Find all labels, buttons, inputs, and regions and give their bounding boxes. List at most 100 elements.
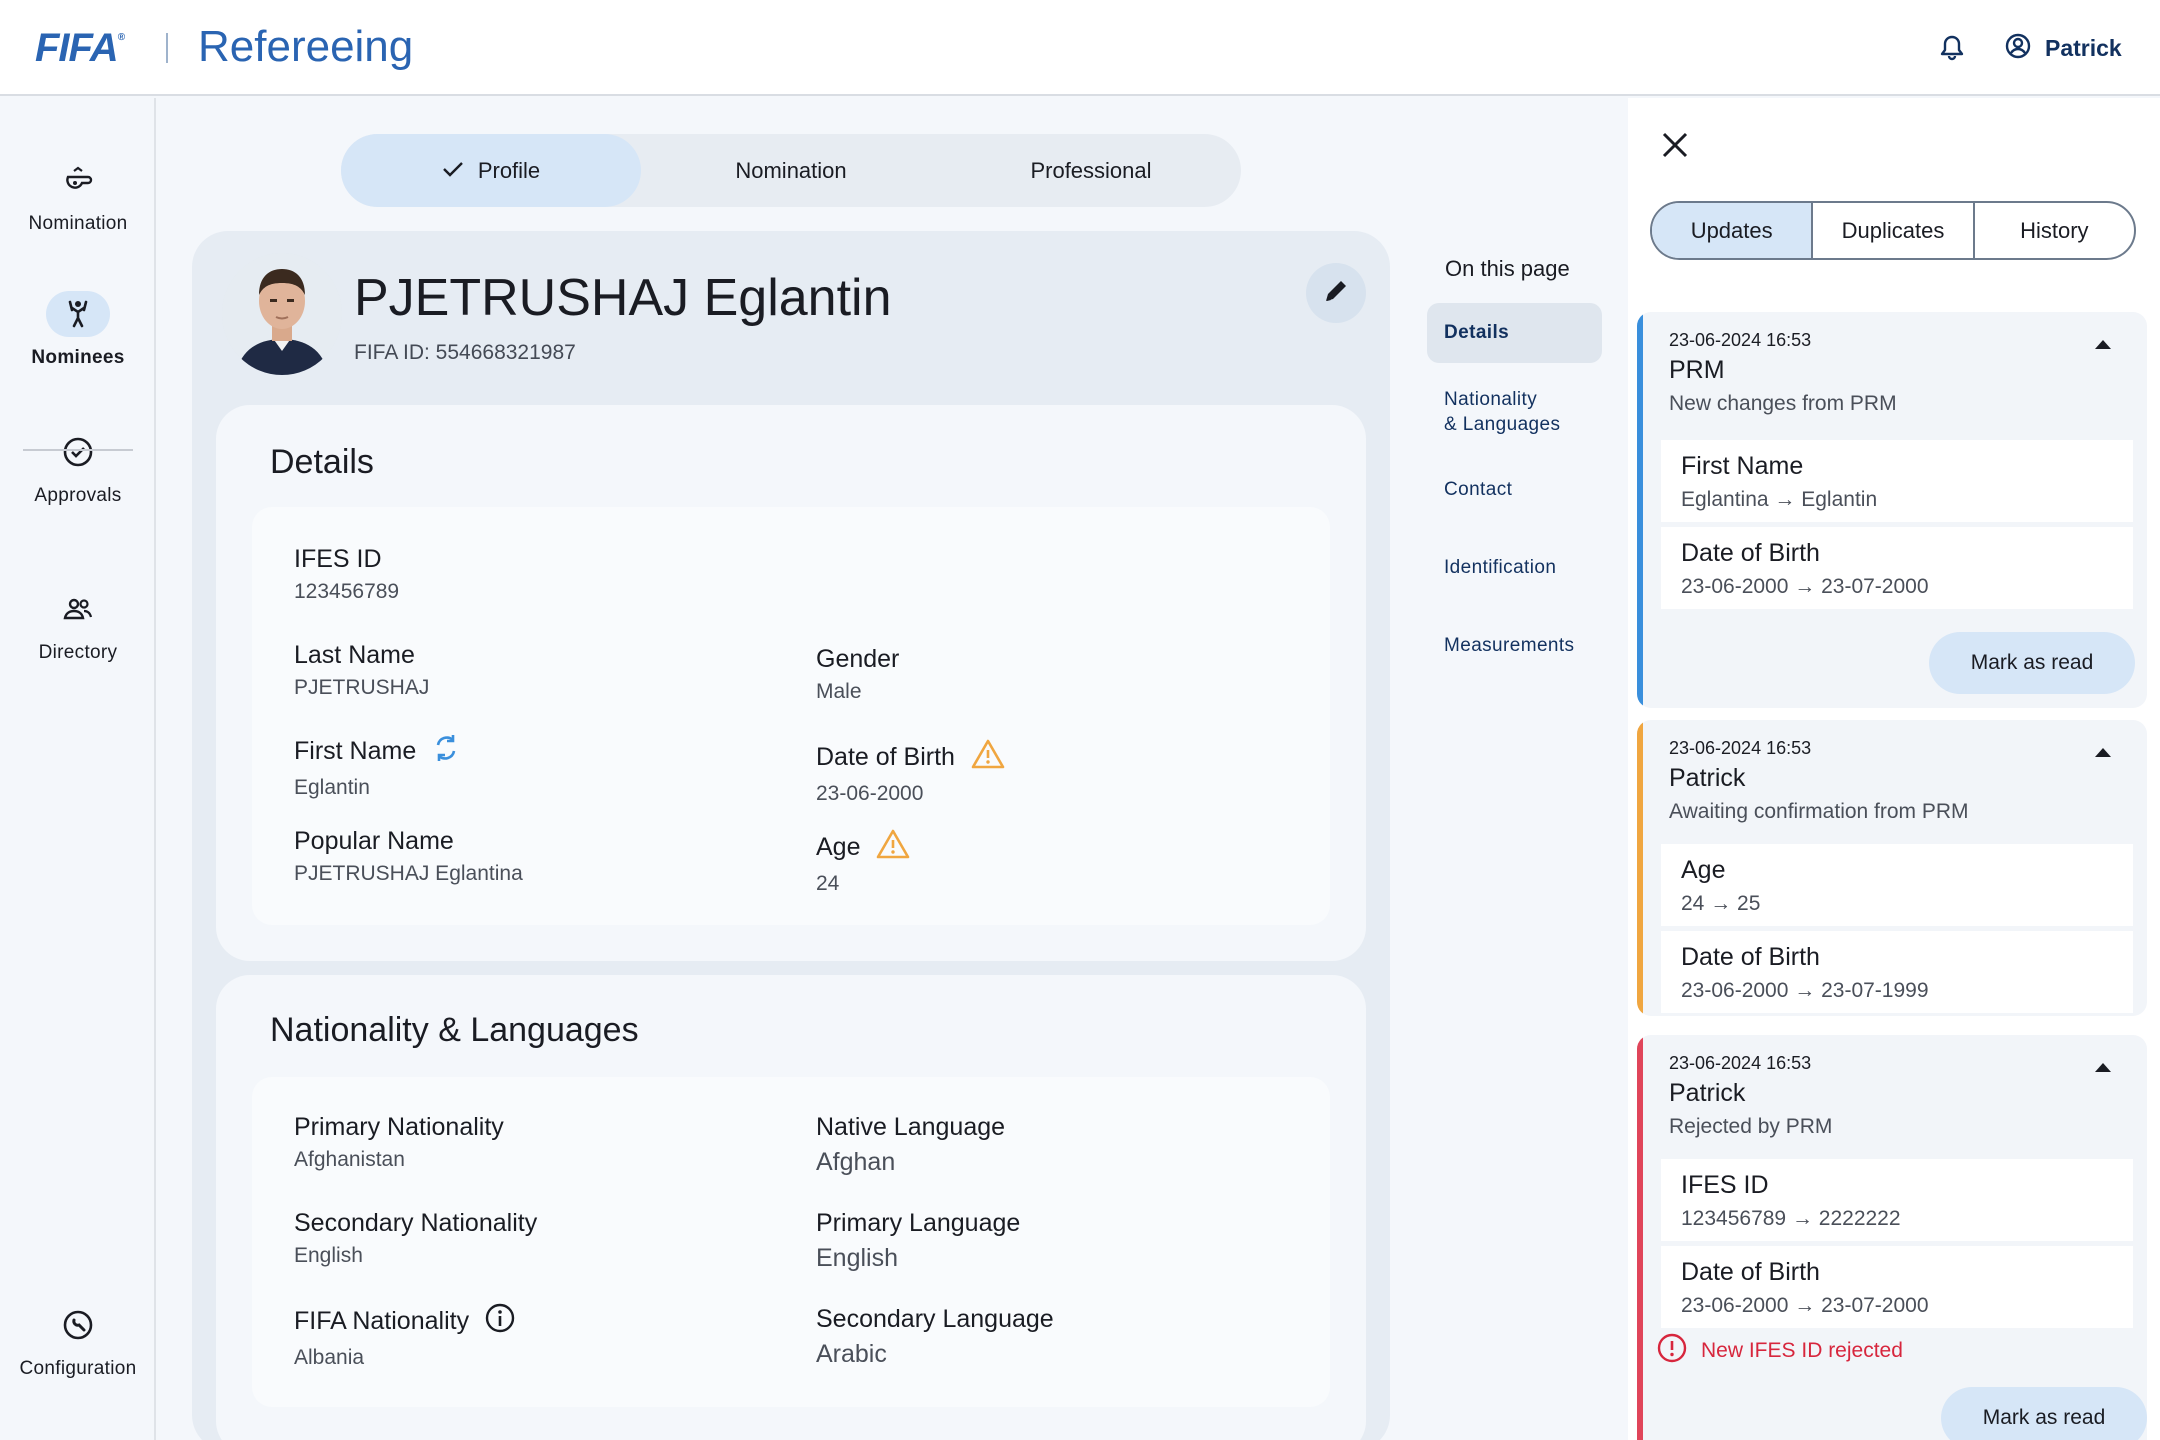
change-item: IFES ID 123456789 → 2222222: [1661, 1159, 2133, 1241]
warning-icon[interactable]: [971, 739, 1005, 776]
toc-item-details[interactable]: Details: [1427, 303, 1602, 363]
field-label: Primary Language: [816, 1209, 1021, 1237]
field-value: English: [294, 1244, 363, 1267]
rail-item-configuration[interactable]: Configuration: [0, 1302, 156, 1380]
field-gender: Gender Male: [816, 645, 899, 704]
update-note: Awaiting confirmation from PRM: [1669, 800, 1969, 823]
whistle-icon: [46, 157, 110, 203]
toc-item-identification[interactable]: Identification: [1427, 555, 1602, 580]
change-value: 24 → 25: [1681, 892, 1761, 915]
change-label: First Name: [1681, 452, 1804, 480]
collapse-icon[interactable]: [2095, 1063, 2111, 1072]
toc-item-nationality[interactable]: Nationality & Languages: [1427, 387, 1602, 437]
field-age: Age 24: [816, 829, 910, 896]
update-timestamp: 23-06-2024 16:53: [1669, 1053, 1812, 1073]
field-secondary-nationality: Secondary Nationality English: [294, 1209, 537, 1268]
info-icon[interactable]: [485, 1303, 515, 1340]
change-item: First Name Eglantina → Eglantin: [1661, 440, 2133, 522]
bell-icon[interactable]: [1940, 34, 1964, 62]
collapse-icon[interactable]: [2095, 340, 2111, 349]
panel-segmented-control: Updates Duplicates History: [1650, 201, 2136, 260]
status-bar: [1637, 1035, 1643, 1440]
on-this-page-title: On this page: [1445, 256, 1570, 281]
tab-professional[interactable]: Professional: [941, 134, 1241, 207]
segment-updates[interactable]: Updates: [1652, 203, 1814, 258]
collapse-icon[interactable]: [2095, 748, 2111, 757]
update-note: Rejected by PRM: [1669, 1115, 1833, 1138]
tab-profile[interactable]: Profile: [341, 134, 641, 207]
app-title: Refereeing: [198, 22, 414, 71]
rail-item-nominees[interactable]: Nominees: [0, 291, 156, 369]
field-value: 123456789: [294, 580, 400, 603]
user-menu[interactable]: Patrick: [2005, 30, 2122, 66]
wrench-circle-icon: [46, 1302, 110, 1348]
tab-label: Professional: [1030, 157, 1152, 183]
rail-item-directory[interactable]: Directory: [0, 586, 156, 664]
avatar: [222, 253, 342, 375]
change-label: Date of Birth: [1681, 943, 1820, 971]
user-name: Patrick: [2045, 34, 2122, 61]
field-value: Eglantin: [294, 776, 370, 799]
section-title: Nationality & Languages: [270, 1011, 639, 1049]
segment-duplicates[interactable]: Duplicates: [1813, 203, 1975, 258]
field-label: Secondary Language: [816, 1305, 1054, 1333]
check-icon: [442, 158, 464, 184]
rail-item-approvals[interactable]: Approvals: [0, 429, 156, 507]
check-circle-icon: [46, 429, 110, 475]
field-label: Date of Birth: [816, 743, 955, 771]
field-date-of-birth: Date of Birth 23-06-2000: [816, 739, 1005, 806]
logo-text: FIFA: [35, 26, 119, 70]
mark-as-read-button[interactable]: Mark as read: [1929, 632, 2135, 694]
tab-nomination[interactable]: Nomination: [641, 134, 941, 207]
field-label-row: FIFA Nationality: [294, 1303, 515, 1340]
field-label-row: First Name: [294, 733, 460, 770]
edit-button[interactable]: [1306, 263, 1366, 323]
field-label: Gender: [816, 645, 900, 673]
field-first-name: First Name Eglantin: [294, 733, 460, 800]
update-note: New changes from PRM: [1669, 392, 1897, 415]
field-native-language: Native Language Afghan: [816, 1113, 1005, 1177]
field-value: Albania: [294, 1346, 365, 1369]
update-timestamp: 23-06-2024 16:53: [1669, 330, 1812, 350]
toc-label: & Languages: [1444, 414, 1561, 435]
nationality-panel: Primary Nationality Afghanistan Secondar…: [252, 1077, 1330, 1407]
people-icon: [46, 586, 110, 632]
close-icon[interactable]: [1660, 130, 1690, 160]
field-primary-language: Primary Language English: [816, 1209, 1020, 1273]
segment-history[interactable]: History: [1975, 203, 2134, 258]
toc-item-contact[interactable]: Contact: [1427, 477, 1602, 502]
update-author: Patrick: [1669, 764, 1746, 792]
fifa-id: FIFA ID: 554668321987: [354, 341, 576, 364]
field-value: 23-06-2000: [816, 782, 924, 805]
change-value: 23-06-2000 → 23-07-2000: [1681, 1294, 1929, 1317]
change-value: 23-06-2000 → 23-07-1999: [1681, 979, 1929, 1002]
toc-label: Nationality: [1444, 389, 1538, 410]
change-item: Date of Birth 23-06-2000 → 23-07-2000: [1661, 1246, 2133, 1328]
field-value: Male: [816, 680, 862, 703]
update-author: PRM: [1669, 356, 1725, 384]
field-last-name: Last Name PJETRUSHAJ: [294, 641, 429, 700]
tab-label: Profile: [477, 157, 541, 183]
field-primary-nationality: Primary Nationality Afghanistan: [294, 1113, 504, 1172]
change-label: IFES ID: [1681, 1171, 1769, 1199]
change-value: 23-06-2000 → 23-07-2000: [1681, 575, 1929, 598]
details-panel: IFES ID 123456789 Last Name PJETRUSHAJ F…: [252, 507, 1330, 925]
rail-label: Configuration: [19, 1358, 137, 1379]
toc-item-measurements[interactable]: Measurements: [1427, 633, 1602, 658]
error-text: New IFES ID rejected: [1701, 1339, 1903, 1362]
warning-icon[interactable]: [876, 829, 910, 866]
rail-item-nomination[interactable]: Nomination: [0, 157, 156, 235]
field-ifes-id: IFES ID 123456789: [294, 545, 399, 604]
field-label: FIFA Nationality: [294, 1307, 470, 1335]
status-bar: [1637, 720, 1643, 1016]
field-label: IFES ID: [294, 545, 382, 573]
update-card: 23-06-2024 16:53 Patrick Awaiting confir…: [1637, 720, 2147, 1016]
sync-icon[interactable]: [432, 733, 460, 770]
fifa-logo[interactable]: FIFA®: [35, 26, 125, 71]
field-popular-name: Popular Name PJETRUSHAJ Eglantina: [294, 827, 523, 886]
field-fifa-nationality: FIFA Nationality Albania: [294, 1303, 515, 1370]
change-value: 123456789 → 2222222: [1681, 1207, 1901, 1230]
field-label: Popular Name: [294, 827, 454, 855]
nationality-section: Nationality & Languages Primary National…: [216, 975, 1366, 1440]
mark-as-read-button[interactable]: Mark as read: [1941, 1387, 2147, 1440]
